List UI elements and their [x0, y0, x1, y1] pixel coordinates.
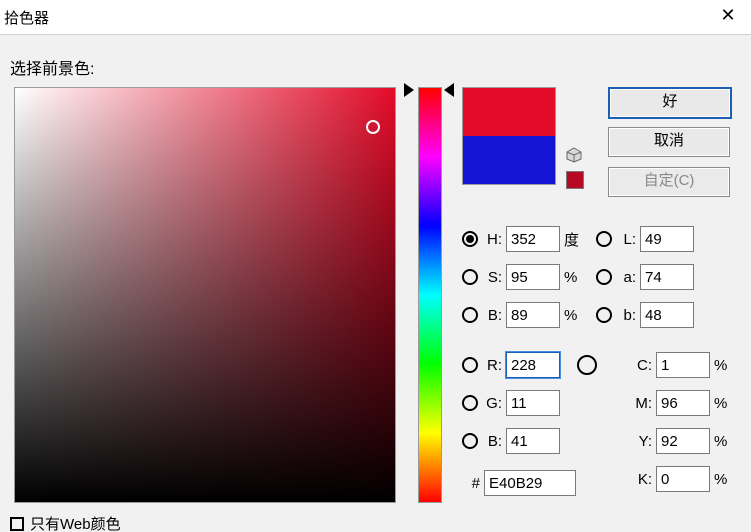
radio-Blue[interactable]	[462, 433, 478, 449]
input-C[interactable]	[656, 352, 710, 378]
input-b[interactable]	[640, 302, 694, 328]
row-b: b:	[596, 301, 698, 329]
row-bright: B: %	[462, 301, 584, 329]
row-hue: H: 度	[462, 225, 584, 253]
hue-pointer-left-icon	[404, 83, 414, 97]
radio-sat[interactable]	[462, 269, 478, 285]
label-M: M:	[632, 395, 652, 412]
row-Blue: B:	[462, 427, 564, 455]
dialog-body: 选择前景色: 好 取消 自定(C) H: 度 S: % B: % L:	[0, 35, 751, 532]
prompt-label: 选择前景色:	[10, 55, 94, 79]
current-color-swatch[interactable]	[463, 136, 555, 184]
label-R: R:	[482, 357, 502, 374]
input-bright[interactable]	[506, 302, 560, 328]
gamut-warning-swatch[interactable]	[566, 171, 584, 189]
radio-L[interactable]	[596, 231, 612, 247]
close-button[interactable]: ✕	[705, 0, 751, 34]
unit-C: %	[714, 357, 734, 374]
row-L: L:	[596, 225, 698, 253]
web-only-label: 只有Web颜色	[30, 513, 121, 532]
input-L[interactable]	[640, 226, 694, 252]
unit-M: %	[714, 395, 734, 412]
input-hue[interactable]	[506, 226, 560, 252]
input-M[interactable]	[656, 390, 710, 416]
label-sat: S:	[482, 269, 502, 286]
input-Y[interactable]	[656, 428, 710, 454]
input-sat[interactable]	[506, 264, 560, 290]
cancel-button[interactable]: 取消	[608, 127, 730, 157]
cube-icon[interactable]	[566, 147, 582, 163]
unit-bright: %	[564, 307, 584, 324]
row-C: C: %	[632, 351, 734, 379]
label-a: a:	[616, 269, 636, 286]
radio-R[interactable]	[462, 357, 478, 373]
web-only-row: 只有Web颜色	[10, 513, 121, 532]
row-K: K: %	[632, 465, 734, 493]
custom-button[interactable]: 自定(C)	[608, 167, 730, 197]
titlebar[interactable]: 拾色器 ✕	[0, 0, 751, 35]
unit-K: %	[714, 471, 734, 488]
radio-a[interactable]	[596, 269, 612, 285]
new-color-swatch[interactable]	[463, 88, 555, 136]
label-L: L:	[616, 231, 636, 248]
input-G[interactable]	[506, 390, 560, 416]
row-Y: Y: %	[632, 427, 734, 455]
row-hex: #	[466, 469, 580, 497]
label-bright: B:	[482, 307, 502, 324]
radio-G[interactable]	[462, 395, 478, 411]
input-a[interactable]	[640, 264, 694, 290]
hue-pointer-right-icon	[444, 83, 454, 97]
unit-sat: %	[564, 269, 584, 286]
row-G: G:	[462, 389, 564, 417]
close-icon: ✕	[720, 5, 735, 25]
ok-button[interactable]: 好	[608, 87, 732, 119]
unit-Y: %	[714, 433, 734, 450]
row-M: M: %	[632, 389, 734, 417]
label-b: b:	[616, 307, 636, 324]
color-preview	[462, 87, 556, 185]
hue-slider[interactable]	[418, 87, 442, 503]
label-Blue: B:	[482, 433, 502, 450]
row-a: a:	[596, 263, 698, 291]
cursor-circle-icon	[577, 355, 597, 375]
radio-bright[interactable]	[462, 307, 478, 323]
row-R: R:	[462, 351, 564, 379]
label-hex: #	[466, 475, 480, 492]
label-C: C:	[632, 357, 652, 374]
input-K[interactable]	[656, 466, 710, 492]
web-only-checkbox[interactable]	[10, 517, 24, 531]
label-Y: Y:	[632, 433, 652, 450]
label-K: K:	[632, 471, 652, 488]
label-G: G:	[482, 395, 502, 412]
window-title: 拾色器	[4, 2, 49, 36]
row-sat: S: %	[462, 263, 584, 291]
input-Blue[interactable]	[506, 428, 560, 454]
input-R[interactable]	[506, 352, 560, 378]
label-hue: H:	[482, 231, 502, 248]
radio-hue[interactable]	[462, 231, 478, 247]
radio-b[interactable]	[596, 307, 612, 323]
unit-hue: 度	[564, 229, 584, 250]
input-hex[interactable]	[484, 470, 576, 496]
saturation-value-field[interactable]	[14, 87, 396, 503]
sv-cursor-icon	[366, 120, 380, 134]
